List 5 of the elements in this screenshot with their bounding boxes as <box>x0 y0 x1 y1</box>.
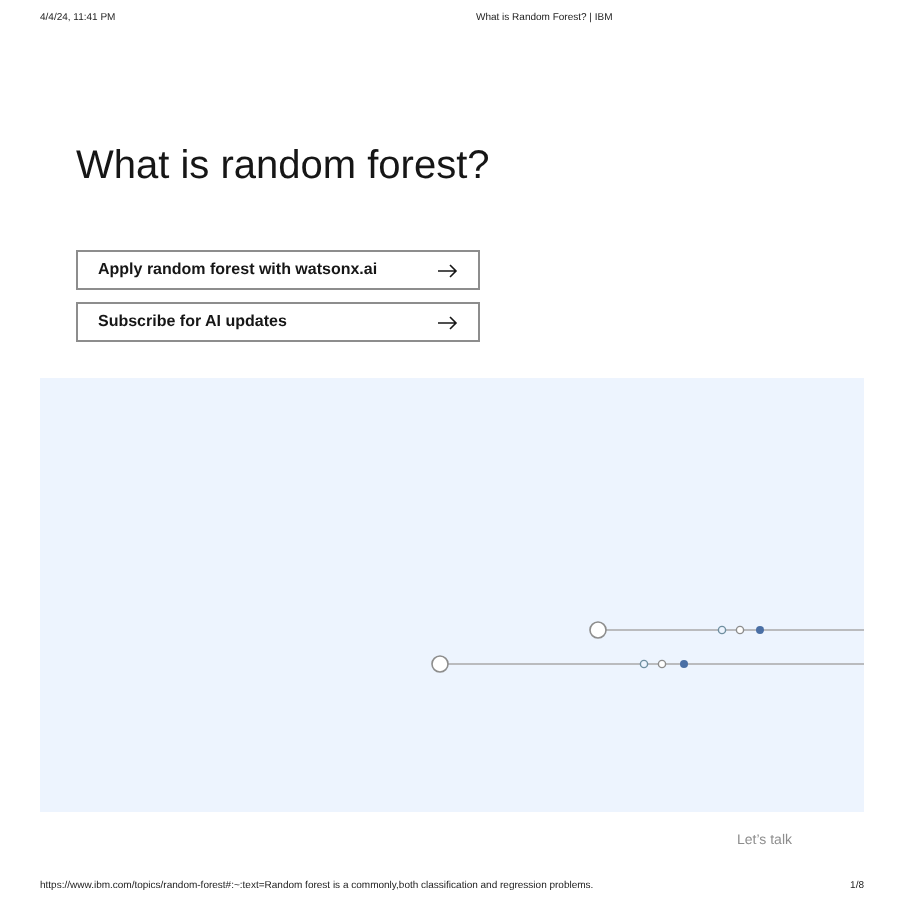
arrow-right-icon <box>438 315 458 329</box>
arrow-right-icon <box>438 263 458 277</box>
page-heading: What is random forest? <box>76 142 492 190</box>
cta-button[interactable]: Apply random forest with watsonx.ai <box>76 250 480 290</box>
cta-button[interactable]: Subscribe for AI updates <box>76 302 480 342</box>
